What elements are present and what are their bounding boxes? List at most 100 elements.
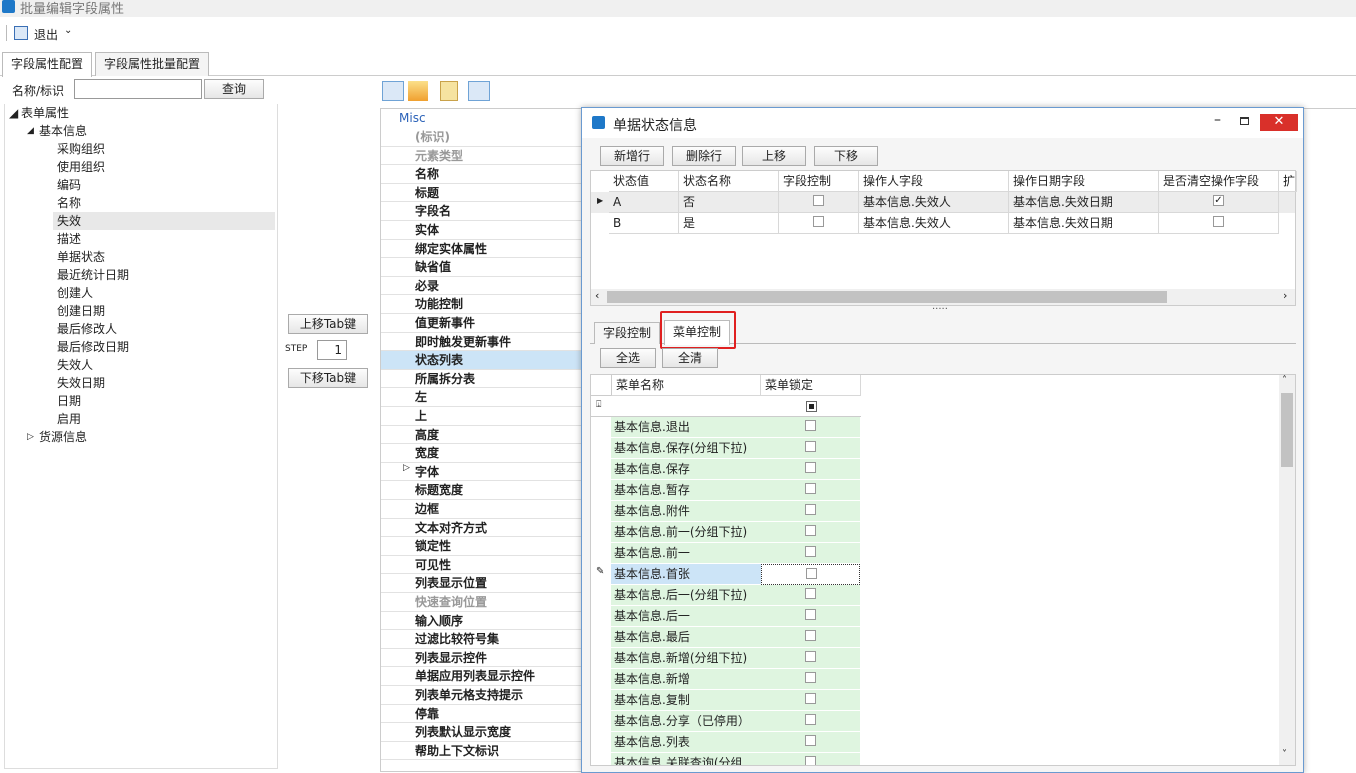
subtab-field-control[interactable]: 字段控制 [594, 322, 661, 344]
status-row[interactable]: B 是 基本信息.失效人 基本信息.失效日期 [591, 213, 1295, 234]
status-col-header[interactable]: 操作日期字段 [1009, 171, 1159, 192]
menu-row[interactable]: 基本信息.复制 [591, 690, 861, 711]
menu-row[interactable]: 基本信息.列表 [591, 732, 861, 753]
menu-lock-checkbox[interactable] [805, 504, 816, 515]
status-col-header[interactable]: 状态值 [609, 171, 679, 192]
filter-icon[interactable]: ⍗ [596, 400, 601, 410]
menu-item-name[interactable]: 基本信息.后一 [611, 606, 761, 627]
menu-item-name[interactable]: 基本信息.新增(分组下拉) [611, 648, 761, 669]
property-row[interactable]: (标识) [381, 128, 581, 147]
categorized-icon[interactable] [382, 81, 404, 101]
menu-lock-checkbox[interactable] [805, 441, 816, 452]
menu-lock-checkbox[interactable] [805, 420, 816, 431]
select-all-button[interactable]: 全选 [600, 348, 656, 368]
menu-lock-checkbox[interactable] [806, 568, 817, 579]
status-cell-op_field[interactable]: 基本信息.失效人 [859, 192, 1009, 213]
property-row[interactable]: 列表单元格支持提示 [381, 686, 581, 705]
menu-lock-checkbox[interactable] [805, 630, 816, 641]
menu-item-name[interactable]: 基本信息.复制 [611, 690, 761, 711]
checkbox[interactable] [1213, 216, 1224, 227]
tree-item[interactable]: 最近统计日期 [57, 266, 129, 284]
tree-item[interactable]: 创建日期 [57, 302, 105, 320]
menu-row[interactable]: 基本信息.最后 [591, 627, 861, 648]
dialog-button[interactable]: 删除行 [672, 146, 736, 166]
status-cell-date_field[interactable]: 基本信息.失效日期 [1009, 213, 1159, 234]
property-row[interactable]: 高度 [381, 426, 581, 445]
col-menu-name[interactable]: 菜单名称 [611, 375, 761, 396]
tree-group-toggle[interactable]: ◢ [27, 122, 34, 140]
property-row[interactable]: 单据应用列表显示控件 [381, 667, 581, 686]
query-button[interactable]: 查询 [204, 79, 264, 99]
tab-batch-config[interactable]: 字段属性批量配置 [95, 52, 210, 76]
status-cell-op_field[interactable]: 基本信息.失效人 [859, 213, 1009, 234]
property-row[interactable]: 帮助上下文标识 [381, 742, 581, 761]
property-row[interactable]: 上 [381, 407, 581, 426]
menu-lock-checkbox[interactable] [805, 651, 816, 662]
exit-button[interactable]: 退出 [34, 26, 58, 43]
scroll-down-icon[interactable]: ˅ [1282, 749, 1287, 760]
splitter[interactable]: ····· [932, 304, 948, 315]
tree-item[interactable]: 描述 [57, 230, 81, 248]
tree-item[interactable]: 创建人 [57, 284, 93, 302]
menu-item-name[interactable]: 基本信息.保存(分组下拉) [611, 438, 761, 459]
menu-lock-checkbox[interactable] [805, 609, 816, 620]
checkbox[interactable]: ✓ [1213, 195, 1224, 206]
property-row[interactable]: 快速查询位置 [381, 593, 581, 612]
property-row[interactable]: 列表默认显示宽度 [381, 723, 581, 742]
menu-item-name[interactable]: 基本信息.前一(分组下拉) [611, 522, 761, 543]
scroll-up-icon[interactable]: ˄ [1282, 375, 1287, 386]
property-row[interactable]: 宽度 [381, 444, 581, 463]
dialog-button[interactable]: 上移 [742, 146, 806, 166]
search-input[interactable] [74, 79, 202, 99]
scroll-thumb[interactable] [607, 291, 1167, 303]
property-row[interactable]: 列表显示位置 [381, 574, 581, 593]
menu-item-name[interactable]: 基本信息.退出 [611, 417, 761, 438]
menu-item-name[interactable]: 基本信息.分享（已停用） [611, 711, 761, 732]
menu-row[interactable]: 基本信息.退出 [591, 417, 861, 438]
property-row[interactable]: 实体 [381, 221, 581, 240]
status-col-header[interactable]: 状态名称 [679, 171, 779, 192]
property-row[interactable]: 必录 [381, 277, 581, 296]
menu-lock-checkbox[interactable] [805, 672, 816, 683]
tree-group-basic[interactable]: 基本信息 [39, 122, 87, 140]
property-row[interactable]: 功能控制 [381, 295, 581, 314]
menu-lock-checkbox[interactable] [805, 714, 816, 725]
status-col-header[interactable]: 操作人字段 [859, 171, 1009, 192]
status-cell-value[interactable]: A [609, 192, 679, 213]
scroll-thumb-vertical[interactable] [1281, 393, 1293, 467]
menu-row[interactable]: 基本信息.分享（已停用） [591, 711, 861, 732]
tree-root-toggle[interactable]: ◢ [9, 104, 18, 122]
tree-item[interactable]: 启用 [57, 410, 81, 428]
property-row[interactable]: 边框 [381, 500, 581, 519]
property-row[interactable]: 文本对齐方式 [381, 519, 581, 538]
status-col-header[interactable]: 扩 [1279, 171, 1297, 192]
expand-font-icon[interactable]: ▷ [403, 463, 410, 473]
maximize-icon[interactable] [1240, 117, 1249, 125]
property-row[interactable]: 值更新事件 [381, 314, 581, 333]
menu-lock-checkbox[interactable] [805, 483, 816, 494]
menu-item-name[interactable]: 基本信息.新增 [611, 669, 761, 690]
tree-item[interactable]: 名称 [57, 194, 81, 212]
menu-lock-checkbox[interactable] [805, 462, 816, 473]
tree-item[interactable]: 采购组织 [57, 140, 105, 158]
clear-all-button[interactable]: 全清 [662, 348, 718, 368]
status-cell-name[interactable]: 是 [679, 213, 779, 234]
help-icon[interactable] [468, 81, 490, 101]
tree-item[interactable]: 日期 [57, 392, 81, 410]
property-row[interactable]: 缺省值 [381, 258, 581, 277]
filter-lock-checkbox[interactable] [806, 401, 817, 412]
menu-row[interactable]: 基本信息.新增(分组下拉) [591, 648, 861, 669]
tree-root[interactable]: 表单属性 [21, 104, 69, 122]
property-row[interactable]: 过滤比较符号集 [381, 630, 581, 649]
status-row[interactable]: ▶ A 否 基本信息.失效人 基本信息.失效日期 ✓ [591, 192, 1295, 213]
tree-item[interactable]: 失效人 [57, 356, 93, 374]
minimize-icon[interactable]: – [1214, 112, 1221, 128]
property-row[interactable]: 列表显示控件 [381, 649, 581, 668]
col-menu-lock[interactable]: 菜单锁定 [761, 375, 861, 396]
tree-group-source[interactable]: 货源信息 [39, 428, 87, 446]
menu-lock-checkbox[interactable] [805, 525, 816, 536]
vertical-scrollbar[interactable]: ˄ ˅ [1279, 375, 1295, 765]
menu-item-name[interactable]: 基本信息.最后 [611, 627, 761, 648]
move-down-tab-button[interactable]: 下移Tab键 [288, 368, 368, 388]
status-cell-date_field[interactable]: 基本信息.失效日期 [1009, 192, 1159, 213]
